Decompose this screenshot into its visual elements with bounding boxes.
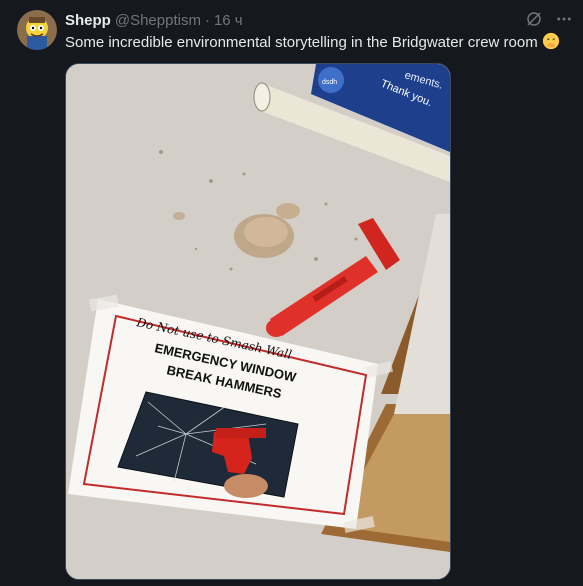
separator-dot: · (204, 11, 210, 29)
timestamp[interactable]: 16 ч (214, 12, 243, 29)
handle[interactable]: @Shepptism (115, 12, 201, 29)
top-actions (525, 10, 573, 33)
tweet-text: Some incredible environmental storytelli… (65, 32, 560, 56)
tweet-photo[interactable]: ements. Thank you. dsdh Do Not use to Sm… (65, 63, 451, 580)
tweet-header: Shepp @Shepptism · 16 ч (65, 10, 243, 30)
display-name[interactable]: Shepp (65, 12, 111, 29)
more-icon[interactable] (555, 10, 573, 33)
grok-icon[interactable] (525, 10, 543, 33)
card-logo-text: dsdh (322, 79, 337, 86)
face-with-hand-over-mouth-emoji (542, 32, 560, 56)
avatar[interactable] (17, 10, 57, 50)
tweet-text-content: Some incredible environmental storytelli… (65, 34, 538, 51)
tweet: Shepp @Shepptism · 16 ч Some incredible … (0, 0, 583, 586)
